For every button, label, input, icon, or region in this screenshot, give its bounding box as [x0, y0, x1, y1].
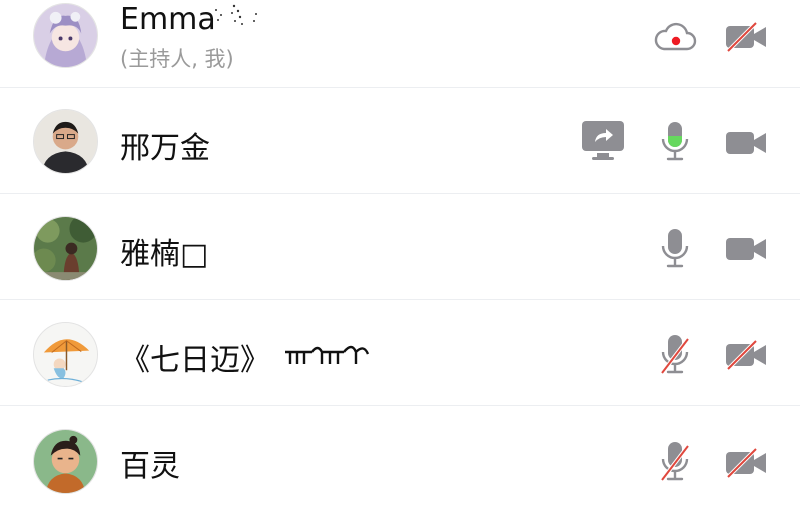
avatar: [33, 216, 98, 281]
video-off-icon[interactable]: [724, 340, 768, 370]
participant-row-5[interactable]: 百灵: [0, 406, 800, 512]
participant-row-3[interactable]: 雅楠□: [0, 194, 800, 300]
mic-off-icon[interactable]: [660, 440, 690, 484]
participant-name: 百灵: [120, 449, 180, 484]
video-icon[interactable]: [724, 128, 768, 158]
video-off-icon[interactable]: [724, 22, 768, 52]
avatar: [33, 429, 98, 494]
participant-name: 《七日迈》: [120, 343, 270, 378]
screen-share-icon[interactable]: [581, 120, 625, 162]
participant-row-2[interactable]: 邢万金: [0, 88, 800, 194]
cloud-record-icon[interactable]: [653, 22, 697, 52]
avatar: [33, 3, 98, 68]
participant-row-4[interactable]: 《七日迈》: [0, 300, 800, 406]
video-icon[interactable]: [724, 234, 768, 264]
mic-icon[interactable]: [660, 227, 690, 271]
participant-name: 邢万金: [120, 131, 210, 166]
participant-row-emma[interactable]: Emma (主持人, 我): [0, 0, 800, 88]
video-off-icon[interactable]: [724, 448, 768, 478]
name-script-decoration: [285, 345, 370, 364]
name-emoji-decoration: [215, 4, 257, 25]
participant-name: Emma: [120, 2, 216, 37]
participant-role-label: (主持人, 我): [120, 47, 234, 71]
participant-name: 雅楠□: [120, 237, 209, 272]
mic-active-icon[interactable]: [660, 120, 690, 164]
mic-off-icon[interactable]: [660, 333, 690, 377]
avatar: [33, 109, 98, 174]
avatar: [33, 322, 98, 387]
